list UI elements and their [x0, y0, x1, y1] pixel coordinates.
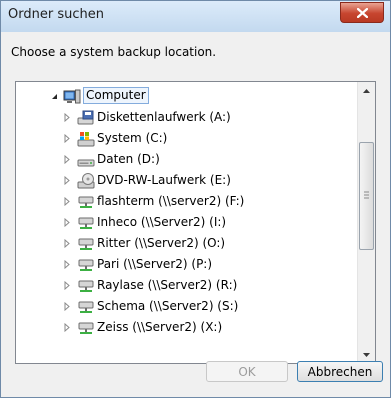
tree-item-label: Inheco (\\Server2) (I:) — [97, 215, 227, 229]
scroll-up-button[interactable] — [358, 82, 375, 99]
tree-view[interactable]: Computer Diskettenlaufwerk (A:) System (… — [16, 82, 354, 363]
title-bar[interactable]: Ordner suchen — [1, 1, 390, 32]
tree-item-drive-a[interactable]: Diskettenlaufwerk (A:) — [16, 107, 354, 128]
folder-tree[interactable]: Computer Diskettenlaufwerk (A:) System (… — [15, 81, 376, 364]
tree-item-drive-i[interactable]: Inheco (\\Server2) (I:) — [16, 212, 354, 233]
tree-item-label: flashterm (\\server2) (F:) — [97, 194, 245, 208]
network-drive-icon — [77, 235, 95, 253]
tree-item-label: System (C:) — [97, 131, 168, 145]
tree-item-drive-f[interactable]: flashterm (\\server2) (F:) — [16, 191, 354, 212]
tree-item-label: Ritter (\\Server2) (O:) — [97, 236, 226, 250]
dialog-prompt: Choose a system backup location. — [11, 45, 217, 59]
collapsed-arrow-icon[interactable] — [61, 128, 73, 149]
tree-item-label: Schema (\\Server2) (S:) — [97, 299, 239, 313]
folder-browser-dialog: Ordner suchen Choose a system backup loc… — [0, 0, 391, 398]
tree-item-drive-r[interactable]: Raylase (\\Server2) (R:) — [16, 275, 354, 296]
floppy-drive-icon — [77, 109, 95, 127]
scroll-down-arrow-icon — [363, 352, 370, 357]
tree-item-label: DVD-RW-Laufwerk (E:) — [97, 173, 231, 187]
tree-item-drive-c[interactable]: System (C:) — [16, 128, 354, 149]
network-drive-icon — [77, 277, 95, 295]
collapsed-arrow-icon[interactable] — [61, 191, 73, 212]
tree-item-label: Computer — [83, 87, 149, 104]
cancel-button[interactable]: Abbrechen — [297, 361, 383, 382]
network-drive-icon — [77, 193, 95, 211]
window-title: Ordner suchen — [8, 7, 104, 22]
collapsed-arrow-icon[interactable] — [61, 254, 73, 275]
tree-item-drive-e[interactable]: DVD-RW-Laufwerk (E:) — [16, 170, 354, 191]
close-icon — [356, 7, 368, 18]
system-drive-icon — [77, 130, 95, 148]
network-drive-icon — [77, 256, 95, 274]
collapsed-arrow-icon[interactable] — [61, 170, 73, 191]
tree-item-label: Raylase (\\Server2) (R:) — [97, 278, 238, 292]
tree-item-drive-x[interactable]: Zeiss (\\Server2) (X:) — [16, 317, 354, 338]
tree-item-label: Zeiss (\\Server2) (X:) — [97, 320, 223, 334]
tree-item-label: Pari (\\Server2) (P:) — [97, 257, 213, 271]
ok-button[interactable]: OK — [206, 361, 288, 382]
collapsed-arrow-icon[interactable] — [61, 296, 73, 317]
tree-item-label: Daten (D:) — [97, 152, 160, 166]
collapsed-arrow-icon[interactable] — [61, 275, 73, 296]
dialog-body: Choose a system backup location. Compute… — [8, 32, 383, 390]
tree-item-drive-o[interactable]: Ritter (\\Server2) (O:) — [16, 233, 354, 254]
tree-item-computer[interactable]: Computer — [16, 86, 354, 107]
collapsed-arrow-icon[interactable] — [61, 212, 73, 233]
collapsed-arrow-icon[interactable] — [61, 149, 73, 170]
close-button[interactable] — [340, 2, 384, 23]
network-drive-icon — [77, 319, 95, 337]
tree-item-drive-s[interactable]: Schema (\\Server2) (S:) — [16, 296, 354, 317]
tree-item-label: Diskettenlaufwerk (A:) — [97, 110, 231, 124]
collapsed-arrow-icon[interactable] — [61, 317, 73, 338]
expanded-arrow-icon[interactable] — [48, 86, 60, 107]
tree-item-drive-p[interactable]: Pari (\\Server2) (P:) — [16, 254, 354, 275]
network-drive-icon — [77, 298, 95, 316]
dvd-drive-icon — [77, 172, 95, 190]
network-drive-icon — [77, 214, 95, 232]
collapsed-arrow-icon[interactable] — [61, 107, 73, 128]
hard-drive-icon — [77, 151, 95, 169]
tree-item-drive-d[interactable]: Daten (D:) — [16, 149, 354, 170]
grip-icon — [364, 191, 369, 199]
collapsed-arrow-icon[interactable] — [61, 233, 73, 254]
vertical-scrollbar[interactable] — [357, 82, 375, 363]
scroll-thumb[interactable] — [359, 142, 374, 250]
computer-icon — [63, 88, 81, 106]
scroll-up-arrow-icon — [363, 88, 370, 93]
